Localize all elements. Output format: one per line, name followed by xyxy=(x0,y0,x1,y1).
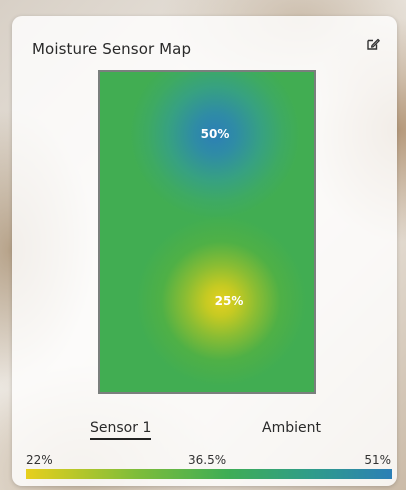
moisture-heatmap[interactable]: 50% 25% xyxy=(98,70,316,394)
moisture-sensor-card: Moisture Sensor Map 50% 25% Sensor 1 Amb… xyxy=(12,16,397,486)
scale-mid-label: 36.5% xyxy=(188,453,227,467)
edit-icon[interactable] xyxy=(365,36,381,52)
card-title: Moisture Sensor Map xyxy=(32,40,192,58)
zone-label-top: 50% xyxy=(200,127,230,141)
scale-min-label: 22% xyxy=(26,453,53,467)
map-mode-tabs: Sensor 1 Ambient xyxy=(12,420,397,442)
tab-sensor-1[interactable]: Sensor 1 xyxy=(90,420,152,440)
color-scale-bar xyxy=(26,469,392,479)
zone-label-bottom: 25% xyxy=(214,294,244,308)
color-scale-labels: 22% 36.5% 51% xyxy=(12,453,397,467)
tab-ambient[interactable]: Ambient xyxy=(262,420,321,436)
scale-max-label: 51% xyxy=(364,453,391,467)
